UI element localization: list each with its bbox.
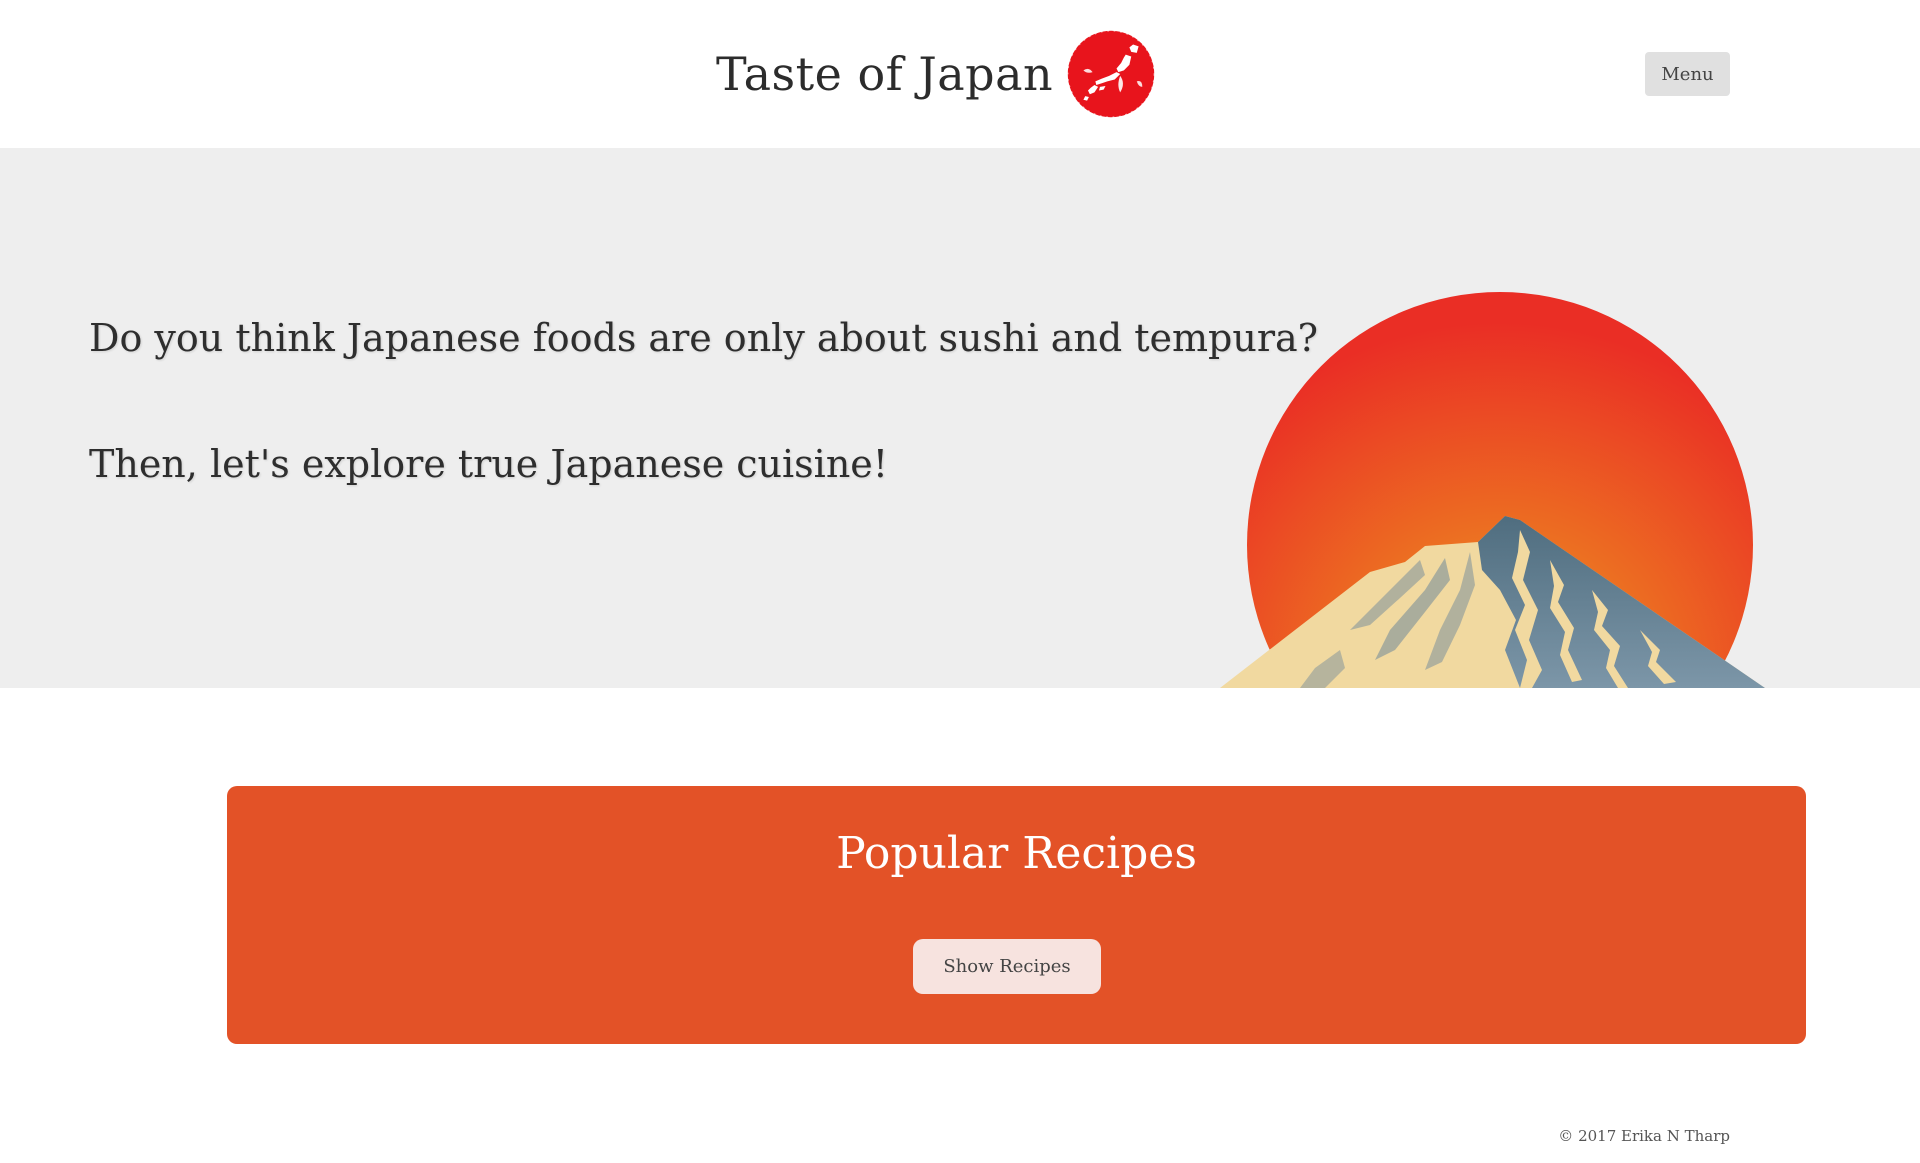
- show-recipes-button[interactable]: Show Recipes: [913, 939, 1101, 994]
- hero-section: Do you think Japanese foods are only abo…: [0, 148, 1920, 688]
- mount-fuji-rising-sun-illustration: [1220, 292, 1765, 688]
- footer-copyright: © 2017 Erika N Tharp: [1558, 1127, 1730, 1145]
- hero-question: Do you think Japanese foods are only abo…: [89, 316, 1319, 360]
- popular-recipes-card: Popular Recipes Show Recipes: [227, 786, 1806, 1044]
- brand[interactable]: Taste of Japan: [716, 26, 1157, 122]
- site-title: Taste of Japan: [716, 47, 1054, 101]
- japan-map-rising-sun-icon: [1067, 30, 1156, 118]
- hero-tagline: Then, let's explore true Japanese cuisin…: [89, 442, 889, 486]
- site-header: Taste of Japan Menu: [0, 0, 1920, 148]
- menu-button[interactable]: Menu: [1645, 52, 1730, 96]
- popular-recipes-title: Popular Recipes: [836, 828, 1197, 879]
